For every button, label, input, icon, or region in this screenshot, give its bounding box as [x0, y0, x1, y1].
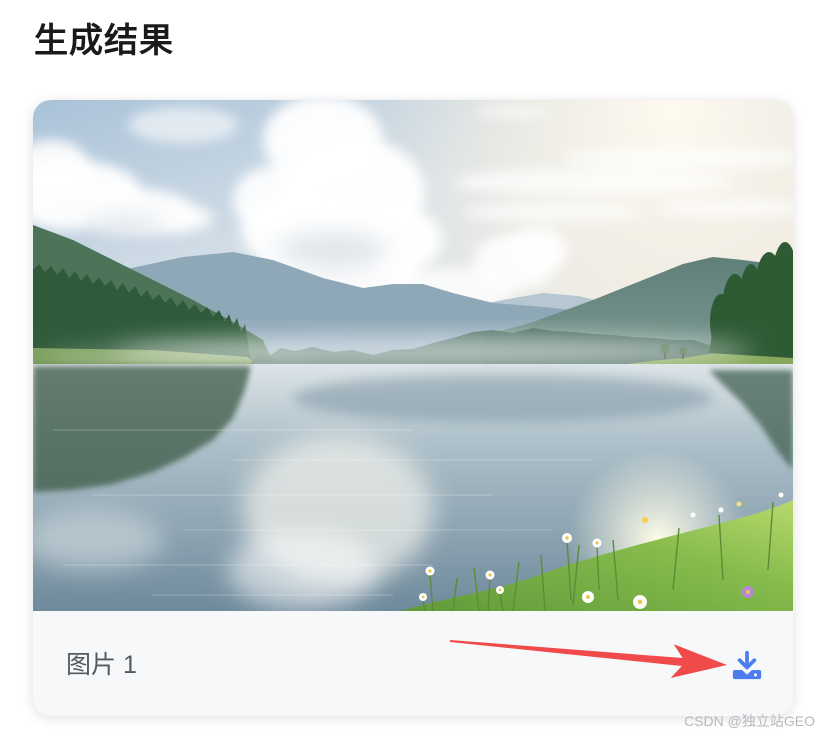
cloud-shadow — [78, 215, 168, 235]
result-card-footer: 图片 1 — [33, 611, 793, 716]
cloud-streak — [473, 107, 553, 117]
mist-band — [43, 350, 323, 366]
flower-center — [428, 569, 432, 573]
download-icon-dot — [753, 673, 758, 677]
mountain-reflection — [293, 374, 713, 422]
page-title: 生成结果 — [34, 22, 174, 60]
image-label: 图片 1 — [66, 651, 137, 679]
cloud-reflection — [228, 530, 378, 610]
flower-center — [595, 541, 599, 545]
flower-center — [488, 573, 492, 577]
landscape-image — [33, 100, 793, 611]
flower-bud — [778, 492, 784, 498]
flower-bud — [690, 512, 696, 518]
download-icon — [732, 650, 762, 680]
flower — [633, 595, 647, 609]
cloud — [128, 107, 238, 143]
download-button[interactable] — [730, 648, 764, 682]
result-card: 图片 1 — [33, 100, 793, 716]
flower — [742, 586, 754, 598]
cloud-streak — [463, 203, 643, 221]
result-image[interactable] — [33, 100, 793, 611]
cloud-streak — [453, 169, 733, 195]
flower-center — [637, 599, 643, 605]
flower-center — [565, 536, 569, 540]
flower-bud — [718, 507, 724, 513]
flower-center — [586, 595, 590, 599]
flower-center — [421, 595, 425, 599]
cloud — [508, 226, 568, 274]
flower — [582, 591, 594, 603]
flower-bud — [642, 517, 648, 523]
cloud-streak — [563, 148, 793, 168]
cloud-shadow — [278, 232, 388, 268]
watermark: CSDN @独立站GEO — [684, 713, 815, 729]
download-icon-shaft — [745, 650, 749, 666]
flower-bud — [736, 501, 742, 507]
flower-center — [746, 590, 750, 594]
flower-center — [498, 588, 502, 592]
cloud — [233, 166, 313, 234]
